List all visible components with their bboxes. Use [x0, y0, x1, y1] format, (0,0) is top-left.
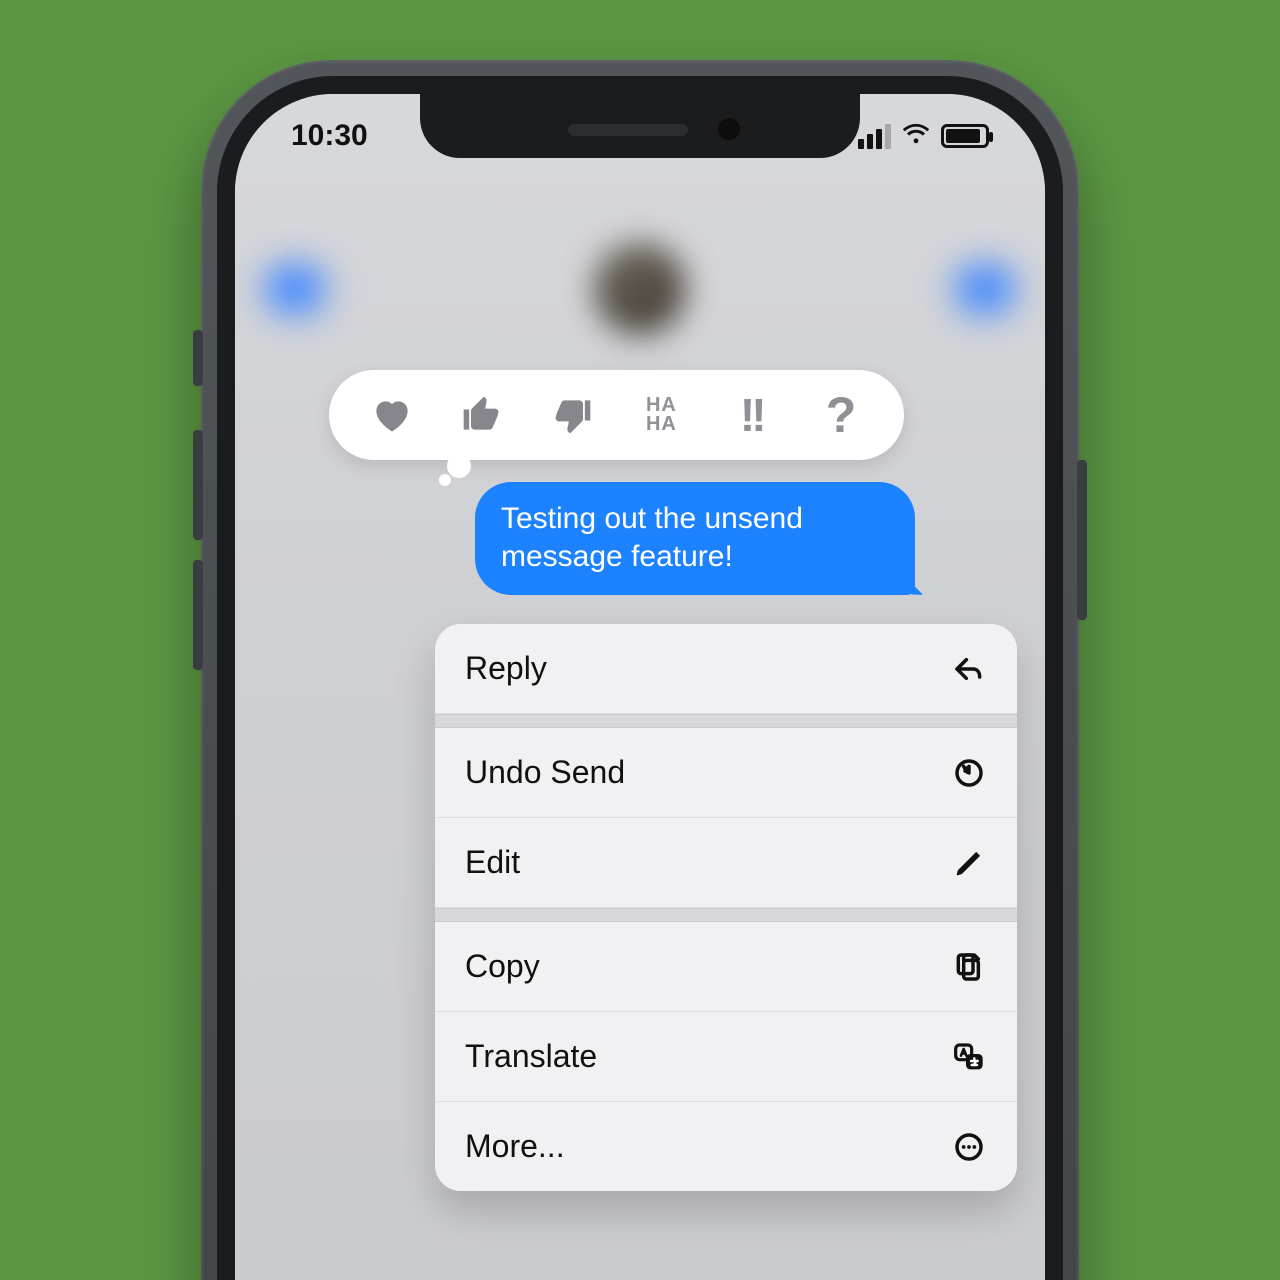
sent-message-bubble[interactable]: Testing out the unsend message feature! — [475, 482, 915, 595]
menu-more[interactable]: More... — [435, 1102, 1017, 1191]
volume-down-button — [193, 560, 203, 670]
blurred-contact-avatar — [595, 244, 685, 334]
menu-edit[interactable]: Edit — [435, 818, 1017, 908]
cellular-signal-icon — [858, 124, 891, 149]
phone-inner-frame: 10:30 — [217, 76, 1063, 1280]
phone-frame: 10:30 — [201, 60, 1079, 1280]
volume-up-button — [193, 430, 203, 540]
status-time: 10:30 — [291, 119, 368, 153]
undo-send-icon — [951, 755, 987, 791]
menu-reply-label: Reply — [465, 650, 547, 687]
menu-copy-label: Copy — [465, 948, 540, 985]
backdrop: 10:30 — [0, 0, 1280, 1280]
message-context-menu: Reply Undo Send Edit — [435, 624, 1017, 1191]
menu-more-label: More... — [465, 1128, 565, 1165]
status-indicators — [858, 119, 989, 153]
tapback-exclaim[interactable]: !! — [721, 385, 781, 445]
edit-icon — [951, 845, 987, 881]
menu-translate[interactable]: Translate — [435, 1012, 1017, 1102]
blurred-back-button — [265, 264, 325, 314]
menu-separator — [435, 908, 1017, 922]
translate-icon — [951, 1039, 987, 1075]
blurred-facetime-button — [955, 264, 1015, 314]
wifi-icon — [901, 119, 931, 153]
menu-undo-send[interactable]: Undo Send — [435, 728, 1017, 818]
tapback-reaction-bar: HA HA !! ? — [329, 370, 904, 460]
more-icon — [951, 1129, 987, 1165]
power-button — [1077, 460, 1087, 620]
menu-separator — [435, 714, 1017, 728]
tapback-heart[interactable] — [362, 385, 422, 445]
message-text: Testing out the unsend message feature! — [501, 502, 803, 573]
tapback-haha[interactable]: HA HA — [631, 385, 691, 445]
tapback-question[interactable]: ? — [811, 385, 871, 445]
copy-icon — [951, 949, 987, 985]
battery-icon — [941, 124, 989, 148]
menu-undo-send-label: Undo Send — [465, 754, 625, 791]
menu-copy[interactable]: Copy — [435, 922, 1017, 1012]
mute-switch — [193, 330, 203, 386]
screen: 10:30 — [235, 94, 1045, 1280]
tapback-thumbs-up[interactable] — [452, 385, 512, 445]
tapback-thumbs-down[interactable] — [542, 385, 602, 445]
menu-edit-label: Edit — [465, 844, 520, 881]
menu-translate-label: Translate — [465, 1038, 597, 1075]
menu-reply[interactable]: Reply — [435, 624, 1017, 714]
reply-icon — [951, 651, 987, 687]
notch — [420, 94, 860, 158]
